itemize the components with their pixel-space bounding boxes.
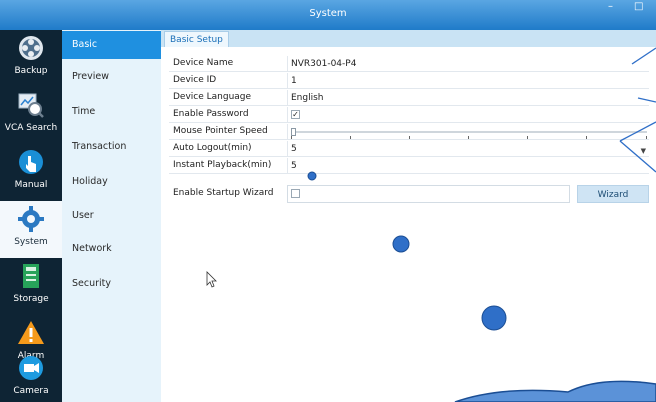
slider-tick (291, 136, 292, 139)
auto-logout-value: 5 (291, 144, 297, 154)
subnav-security[interactable]: Security (62, 270, 161, 298)
startup-wizard-cell (287, 185, 570, 203)
subnav-preview[interactable]: Preview (62, 63, 161, 91)
device-id-input[interactable]: 1 (287, 73, 649, 89)
system-gear-icon (18, 206, 44, 232)
minimize-button[interactable]: – (608, 1, 613, 12)
row-mouse-pointer-speed: Mouse Pointer Speed (169, 124, 649, 140)
chevron-down-icon: ▼ (640, 147, 646, 155)
subnav-holiday[interactable]: Holiday (62, 168, 161, 196)
nav-vca-search[interactable]: VCA Search (0, 87, 62, 144)
backup-icon (19, 36, 43, 60)
device-name-label: Device Name (173, 58, 234, 68)
tab-basic-setup[interactable]: Basic Setup (164, 31, 229, 47)
alarm-icon (18, 321, 44, 344)
device-id-label: Device ID (173, 75, 217, 85)
manual-icon (19, 150, 43, 174)
instant-playback-label: Instant Playback(min) (173, 160, 272, 170)
device-language-label: Device Language (173, 92, 252, 102)
enable-password-label: Enable Password (173, 109, 249, 119)
subnav-network[interactable]: Network (62, 235, 161, 263)
nav-camera[interactable]: Camera (0, 350, 62, 402)
startup-wizard-checkbox[interactable] (291, 189, 300, 198)
nav-vca-search-label: VCA Search (4, 123, 58, 133)
slider-thumb[interactable] (291, 128, 296, 136)
startup-wizard-label: Enable Startup Wizard (173, 188, 274, 198)
row-device-name: Device Name NVR301-04-P4 (169, 56, 649, 72)
maximize-button[interactable]: □ (634, 1, 643, 12)
nav-backup[interactable]: Backup (0, 30, 62, 87)
title-bar: System – □ (0, 0, 656, 30)
tab-bar: Basic Setup (161, 30, 656, 47)
nav-backup-label: Backup (14, 66, 48, 76)
row-device-language: Device Language English (169, 90, 649, 106)
vca-search-icon (18, 93, 44, 118)
mouse-pointer-speed-label: Mouse Pointer Speed (173, 126, 268, 136)
mouse-pointer-speed-slider[interactable] (291, 128, 647, 139)
slider-tick (468, 136, 469, 139)
mouse-pointer-speed-cell (287, 124, 649, 140)
main-nav: Backup VCA Search Manual System Storage … (0, 30, 62, 402)
slider-tick (350, 136, 351, 139)
wizard-button[interactable]: Wizard (577, 185, 649, 203)
device-name-input[interactable]: NVR301-04-P4 (287, 56, 649, 72)
instant-playback-input[interactable]: 5 (287, 158, 317, 174)
camera-icon (19, 356, 43, 380)
auto-logout-label: Auto Logout(min) (173, 143, 252, 153)
slider-tick (409, 136, 410, 139)
window-title: System (309, 8, 347, 19)
nav-manual-label: Manual (14, 180, 48, 190)
slider-tick (646, 136, 647, 139)
slider-tick (527, 136, 528, 139)
subnav-basic[interactable]: Basic (62, 31, 161, 59)
row-instant-playback: Instant Playback(min) 5 (169, 158, 649, 174)
nav-system-label: System (14, 237, 48, 247)
slider-tick (586, 136, 587, 139)
subnav-time[interactable]: Time (62, 98, 161, 126)
row-device-id: Device ID 1 (169, 73, 649, 89)
nav-manual[interactable]: Manual (0, 144, 62, 201)
row-auto-logout: Auto Logout(min) 5 ▼ (169, 141, 649, 157)
enable-password-cell: ✓ (287, 107, 649, 123)
nav-storage-label: Storage (13, 294, 49, 304)
auto-logout-select[interactable]: 5 ▼ (287, 141, 649, 157)
enable-password-checkbox[interactable]: ✓ (291, 110, 300, 119)
sub-nav: Basic Preview Time Transaction Holiday U… (62, 30, 161, 402)
device-language-select[interactable]: English (287, 90, 649, 106)
subnav-user[interactable]: User (62, 202, 161, 230)
nav-camera-label: Camera (13, 386, 49, 396)
nav-storage[interactable]: Storage (0, 258, 62, 315)
nav-system[interactable]: System (0, 201, 62, 258)
content-panel: Basic Setup Device Name NVR301-04-P4 Dev… (161, 30, 656, 402)
row-startup-wizard: Enable Startup Wizard Wizard (169, 185, 649, 203)
subnav-transaction[interactable]: Transaction (62, 133, 161, 161)
storage-icon (23, 264, 39, 288)
row-enable-password: Enable Password ✓ (169, 107, 649, 123)
